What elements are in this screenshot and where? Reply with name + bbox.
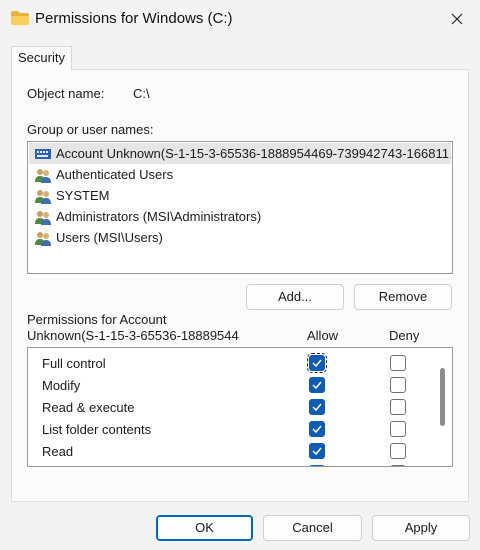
permission-row: Modify <box>28 374 432 396</box>
users-icon <box>35 168 51 183</box>
user-name: Users (MSI\Users) <box>56 230 163 245</box>
add-button[interactable]: Add... <box>246 284 344 310</box>
permission-row: Full control <box>28 352 432 374</box>
title-bar: Permissions for Windows (C:) <box>0 0 480 38</box>
permission-name: Full control <box>42 356 106 371</box>
permission-name: Write <box>42 466 72 467</box>
deny-checkbox[interactable] <box>390 355 406 371</box>
group-names-label: Group or user names: <box>27 122 154 137</box>
permission-row: Write <box>28 462 432 467</box>
allow-checkbox[interactable] <box>307 353 327 373</box>
allow-header: Allow <box>307 328 339 343</box>
permissions-label: Permissions for Account Unknown(S-1-15-3… <box>27 312 239 344</box>
allow-checkbox[interactable] <box>309 421 325 437</box>
list-item-account-unknown[interactable]: Account Unknown(S-1-15-3-65536-188895446… <box>29 143 451 164</box>
user-name: Administrators (MSI\Administrators) <box>56 209 262 224</box>
cancel-button[interactable]: Cancel <box>263 515 362 541</box>
remove-button[interactable]: Remove <box>354 284 452 310</box>
tab-security[interactable]: Security <box>11 46 72 70</box>
folder-icon <box>11 11 29 25</box>
permissions-label-line1: Permissions for Account <box>27 312 167 327</box>
users-icon <box>35 189 51 204</box>
deny-checkbox[interactable] <box>390 443 406 459</box>
users-icon <box>35 210 51 225</box>
list-item-system[interactable]: SYSTEM <box>29 185 451 206</box>
permissions-scrollbar[interactable] <box>432 348 452 466</box>
window-title: Permissions for Windows (C:) <box>35 10 233 27</box>
allow-checkbox[interactable] <box>309 443 325 459</box>
list-item-users[interactable]: Users (MSI\Users) <box>29 227 451 248</box>
deny-checkbox[interactable] <box>390 421 406 437</box>
users-icon <box>35 231 51 246</box>
list-item-administrators[interactable]: Administrators (MSI\Administrators) <box>29 206 451 227</box>
scrollbar-thumb[interactable] <box>440 368 445 426</box>
deny-checkbox[interactable] <box>390 377 406 393</box>
allow-checkbox[interactable] <box>309 465 325 466</box>
deny-checkbox[interactable] <box>390 399 406 415</box>
permission-name: Read <box>42 444 74 459</box>
user-name: Account Unknown(S-1-15-3-65536-188895446… <box>56 146 451 161</box>
object-name-value: C:\ <box>133 86 150 101</box>
apply-button[interactable]: Apply <box>372 515 470 541</box>
permission-name: List folder contents <box>42 422 152 437</box>
permission-name: Modify <box>42 378 81 393</box>
permission-row: List folder contents <box>28 418 432 440</box>
object-name-label: Object name: <box>27 86 105 101</box>
user-list[interactable]: Account Unknown(S-1-15-3-65536-188895446… <box>27 141 453 274</box>
close-icon <box>451 13 463 25</box>
permission-row: Read & execute <box>28 396 432 418</box>
permissions-list: Full control Modify Read & execute List fol… <box>27 347 453 467</box>
deny-header: Deny <box>389 328 420 343</box>
permissions-label-line2: Unknown(S-1-15-3-65536-1888954469 <box>27 328 239 343</box>
deny-checkbox[interactable] <box>390 465 406 466</box>
permission-name: Read & execute <box>42 400 135 415</box>
user-name: Authenticated Users <box>56 167 174 182</box>
ok-button[interactable]: OK <box>156 515 253 541</box>
close-button[interactable] <box>434 0 480 38</box>
unknown-account-icon <box>35 148 51 159</box>
list-item-authenticated-users[interactable]: Authenticated Users <box>29 164 451 185</box>
allow-checkbox[interactable] <box>309 399 325 415</box>
allow-checkbox[interactable] <box>309 377 325 393</box>
permission-row: Read <box>28 440 432 462</box>
user-name: SYSTEM <box>56 188 110 203</box>
